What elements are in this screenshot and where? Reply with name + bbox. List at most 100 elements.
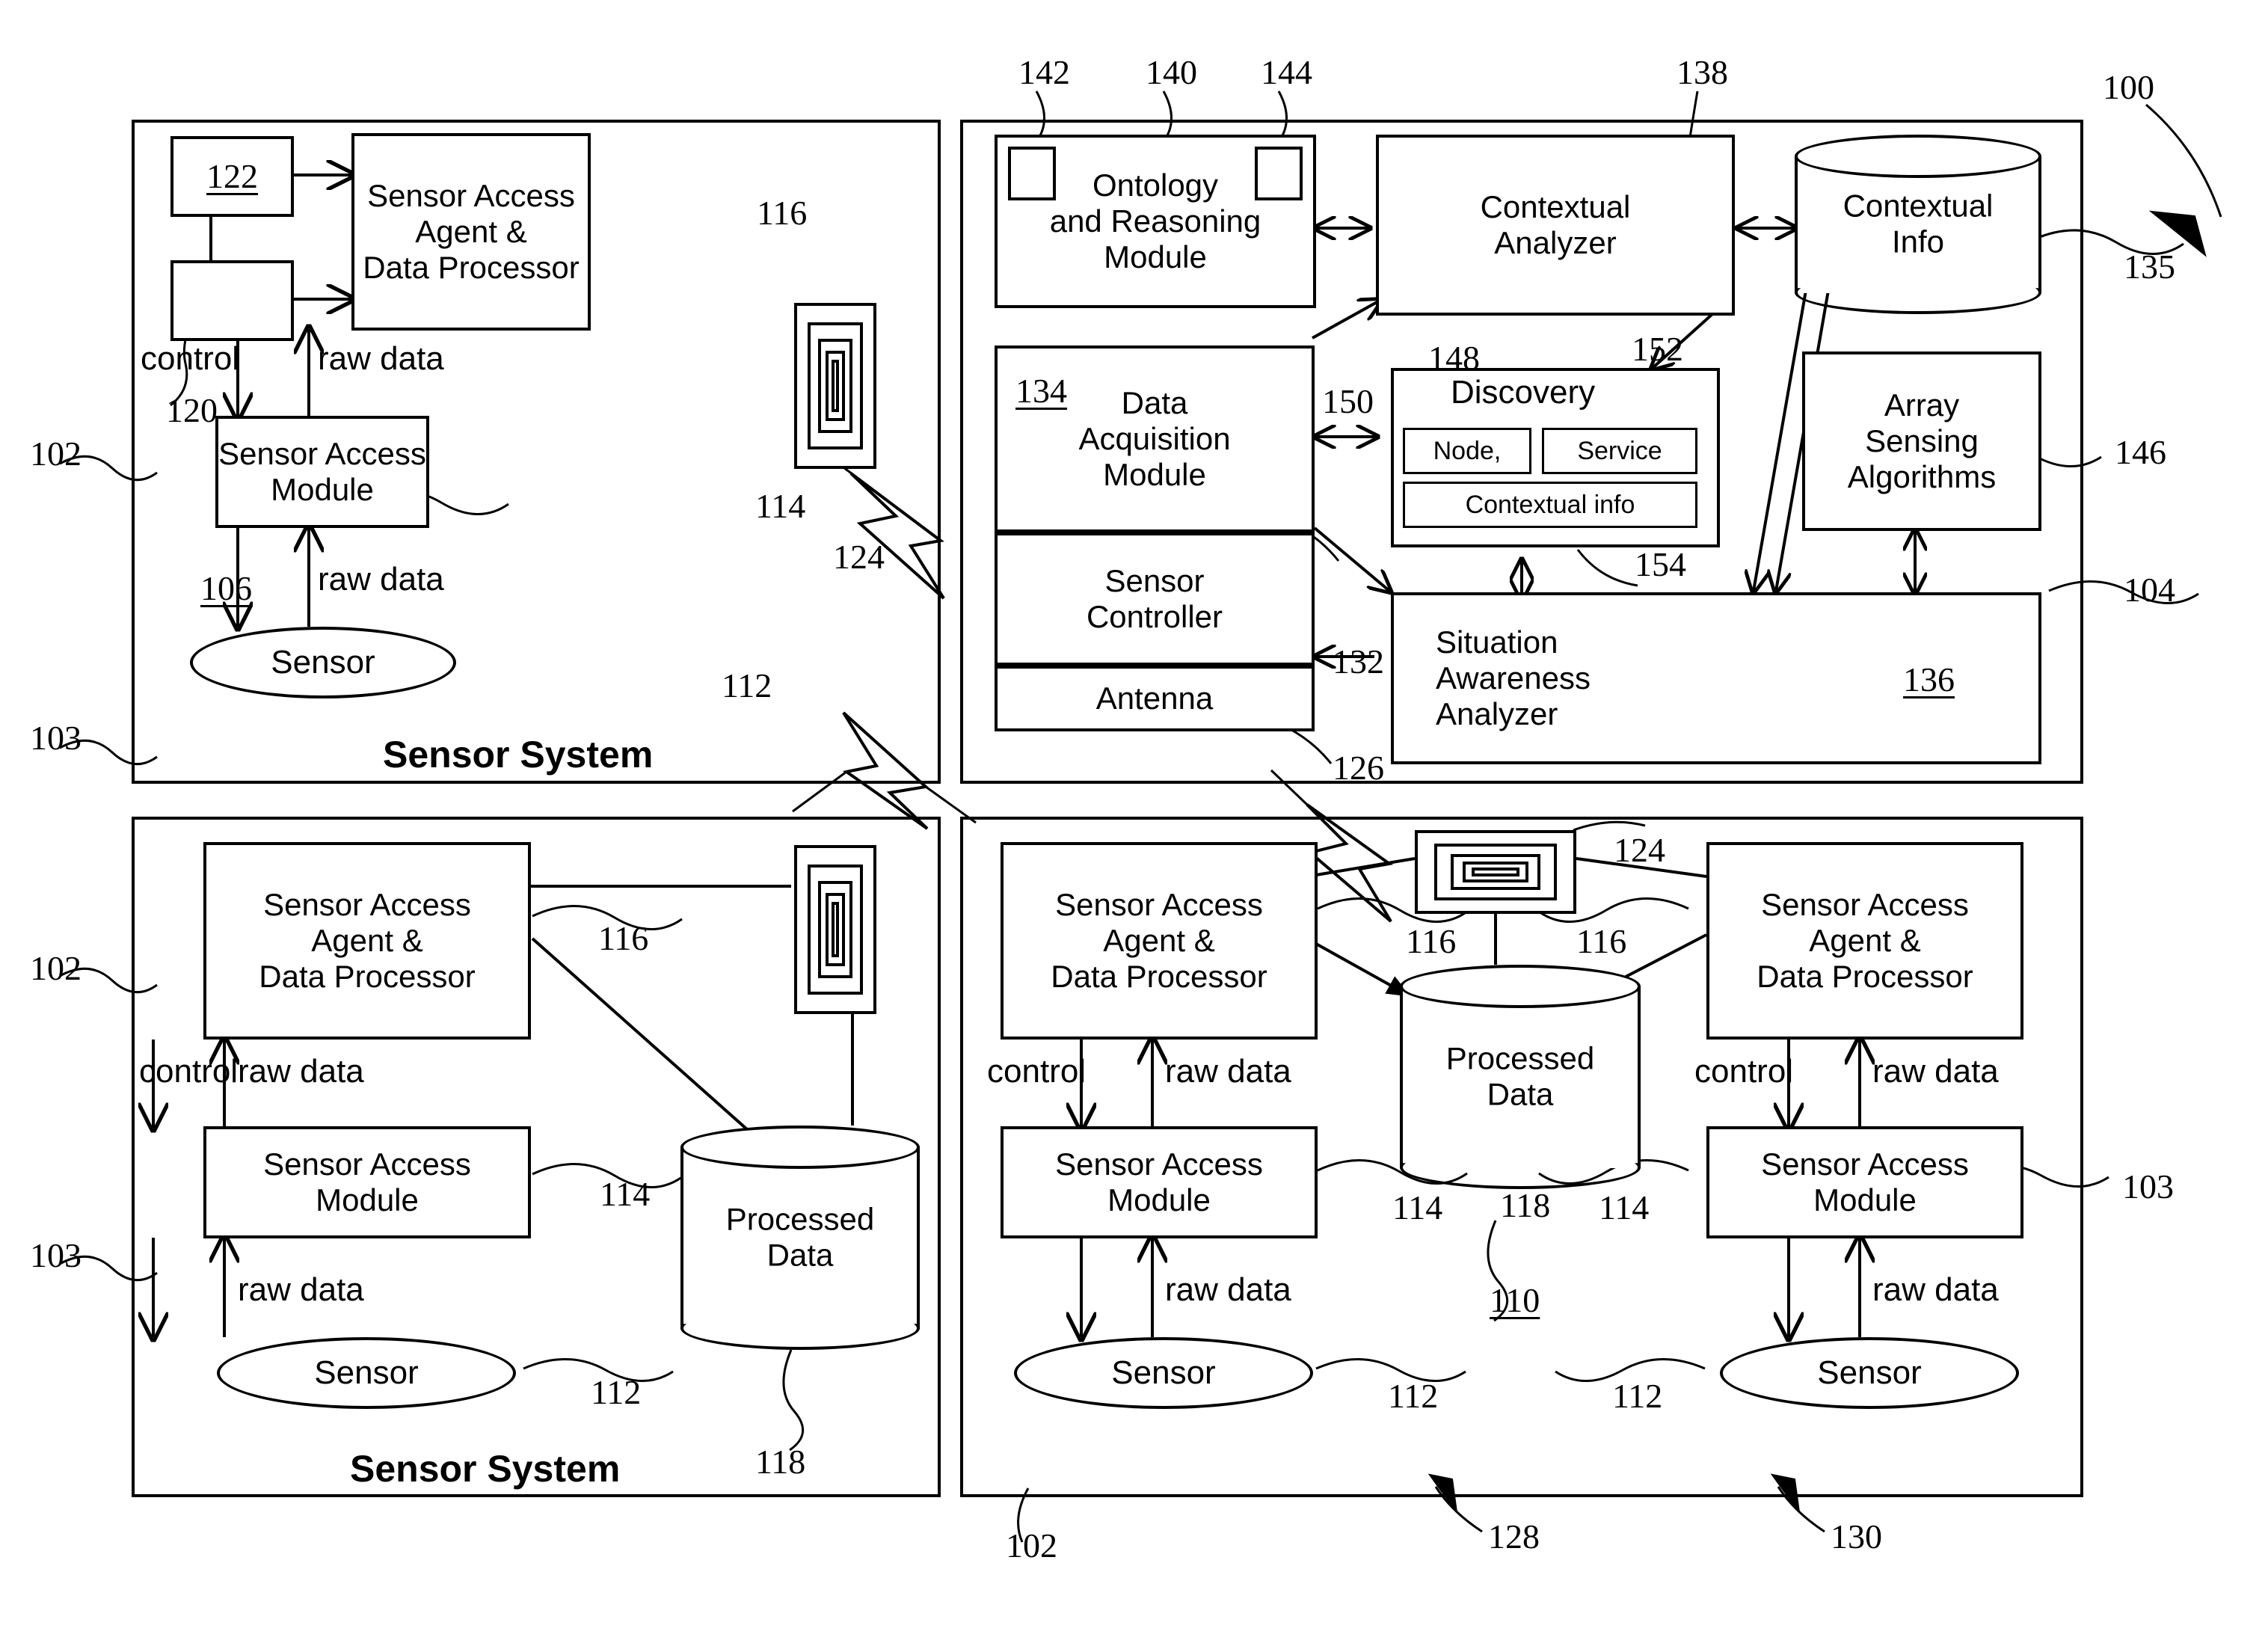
sensor-access-module-br-left: Sensor Access Module <box>1001 1126 1318 1238</box>
ontology-slot-right-icon <box>1255 147 1303 200</box>
sensor-bl: Sensor <box>217 1337 516 1409</box>
ref-154: 154 <box>1635 545 1686 583</box>
ref-118-bl: 118 <box>755 1443 806 1481</box>
contextual-info-store: Contextual Info <box>1795 135 2041 314</box>
sensor-br-left: Sensor <box>1014 1337 1313 1409</box>
discovery-title: Discovery <box>1451 374 1596 411</box>
discovery-service-label: Service <box>1577 436 1662 465</box>
sensor-access-agent-data-processor-bl: Sensor Access Agent & Data Processor <box>203 842 531 1040</box>
ref-112-bl: 112 <box>591 1373 642 1411</box>
ref-136: 136 <box>1903 660 1955 698</box>
transceiver-icon-tl <box>794 303 876 469</box>
ref-132: 132 <box>1333 642 1384 681</box>
ref-114-br-right: 114 <box>1599 1188 1650 1226</box>
processed-data-label-br: Processed Data <box>1445 1040 1595 1112</box>
contextual-info-label: Contextual Info <box>1843 188 1994 260</box>
discovery-contextual-info-chip: Contextual info <box>1403 482 1697 528</box>
agent-label-br-left: Sensor Access Agent & Data Processor <box>1051 887 1267 994</box>
ref-110: 110 <box>1490 1281 1540 1319</box>
ref-112-br-left: 112 <box>1388 1377 1439 1415</box>
sensor-controller: Sensor Controller <box>995 532 1315 666</box>
situation-awareness-label: Situation Awareness Analyzer <box>1436 624 1591 731</box>
control-label-bl: control <box>139 1053 239 1090</box>
ref-150: 150 <box>1322 382 1374 420</box>
sensor-label-br-left: Sensor <box>1111 1354 1216 1391</box>
ref-128: 128 <box>1488 1517 1540 1556</box>
control-label-br-left: control <box>987 1053 1087 1090</box>
sensor-system-title-bl: Sensor System <box>350 1448 621 1490</box>
access-module-label-br-left: Sensor Access Module <box>1055 1146 1263 1217</box>
box-122: 122 <box>170 136 294 217</box>
sensor-access-module-bl: Sensor Access Module <box>203 1126 531 1238</box>
ref-100: 100 <box>2103 68 2154 106</box>
raw-data-lower-tl: raw data <box>318 561 444 598</box>
ref-130: 130 <box>1831 1517 1882 1556</box>
antenna: Antenna <box>995 666 1315 731</box>
control-label-br-right: control <box>1694 1053 1794 1090</box>
ref-124-tl: 124 <box>833 538 885 576</box>
ref-116-bl: 116 <box>598 919 649 957</box>
transceiver-icon-bl <box>794 845 876 1014</box>
processed-data-label-bl: Processed Data <box>725 1201 875 1273</box>
ref-102-tl: 102 <box>30 435 82 473</box>
contextual-analyzer: Contextual Analyzer <box>1376 135 1735 316</box>
discovery-node-label: Node, <box>1433 436 1502 465</box>
ref-138: 138 <box>1677 53 1728 91</box>
ref-135: 135 <box>2124 248 2175 286</box>
access-module-label-tl: Sensor Access Module <box>218 436 426 507</box>
discovery-contextual-info-label: Contextual info <box>1465 490 1635 519</box>
contextual-analyzer-label: Contextual Analyzer <box>1480 189 1631 260</box>
raw-data-lower-bl: raw data <box>238 1271 364 1308</box>
ref-103-br: 103 <box>2122 1167 2174 1206</box>
ref-146: 146 <box>2115 433 2166 471</box>
ref-104: 104 <box>2124 571 2175 609</box>
antenna-label: Antenna <box>1095 681 1214 716</box>
control-label-tl: control <box>141 340 240 377</box>
raw-data-lower-br-left: raw data <box>1165 1271 1291 1308</box>
agent-label-br-right: Sensor Access Agent & Data Processor <box>1757 887 1973 994</box>
ref-114-br-left: 114 <box>1392 1188 1443 1226</box>
ref-116-br-left: 116 <box>1406 922 1457 960</box>
sensor-access-module-br-right: Sensor Access Module <box>1706 1126 2023 1238</box>
sensor-br-right: Sensor <box>1720 1337 2019 1409</box>
ref-142: 142 <box>1018 53 1070 91</box>
sensor-tl: Sensor <box>190 627 456 698</box>
sensor-access-module-tl: Sensor Access Module <box>215 416 429 528</box>
ref-102-bl: 102 <box>30 949 82 987</box>
data-acquisition-label: Data Acquisition Module <box>1078 385 1231 492</box>
ref-126: 126 <box>1333 749 1384 787</box>
array-sensing-algorithms: Array Sensing Algorithms <box>1802 351 2041 531</box>
ref-112-br-right: 112 <box>1612 1377 1663 1415</box>
sensor-label-br-right: Sensor <box>1817 1354 1922 1391</box>
box-120 <box>170 260 294 341</box>
ref-148: 148 <box>1428 339 1480 377</box>
array-sensing-label: Array Sensing Algorithms <box>1847 387 1997 494</box>
ref-114-tl: 114 <box>755 487 806 525</box>
ref-118-br: 118 <box>1500 1186 1551 1224</box>
raw-data-upper-bl: raw data <box>238 1053 364 1090</box>
ontology-label: Ontology and Reasoning Module <box>1049 168 1261 274</box>
sensor-controller-label: Sensor Controller <box>1086 563 1223 634</box>
sensor-access-agent-data-processor-br-left: Sensor Access Agent & Data Processor <box>1001 842 1318 1040</box>
ref-116-br-right: 116 <box>1576 922 1627 960</box>
ref-114-bl: 114 <box>600 1175 651 1213</box>
ref-103-tl: 103 <box>30 719 82 757</box>
box-122-label: 122 <box>206 156 258 195</box>
ref-120: 120 <box>166 391 218 429</box>
transceiver-icon-br <box>1415 830 1576 914</box>
raw-data-lower-br-right: raw data <box>1872 1271 1999 1308</box>
sensor-label-tl: Sensor <box>271 644 375 681</box>
ref-134: 134 <box>1015 372 1067 410</box>
discovery-service-chip: Service <box>1542 428 1697 474</box>
access-module-label-br-right: Sensor Access Module <box>1761 1146 1969 1217</box>
sensor-label-bl: Sensor <box>314 1354 419 1391</box>
ref-116-tl: 116 <box>757 194 808 232</box>
ontology-slot-left-icon <box>1008 147 1056 200</box>
sensor-system-title-tl: Sensor System <box>383 734 654 776</box>
ref-112-tl: 112 <box>722 666 772 704</box>
ref-124-br: 124 <box>1614 831 1665 869</box>
access-module-label-bl: Sensor Access Module <box>263 1146 471 1217</box>
processed-data-store-bl: Processed Data <box>680 1126 920 1350</box>
sensor-access-agent-data-processor-tl: Sensor Access Agent & Data Processor <box>351 133 591 331</box>
ref-140: 140 <box>1146 53 1197 91</box>
